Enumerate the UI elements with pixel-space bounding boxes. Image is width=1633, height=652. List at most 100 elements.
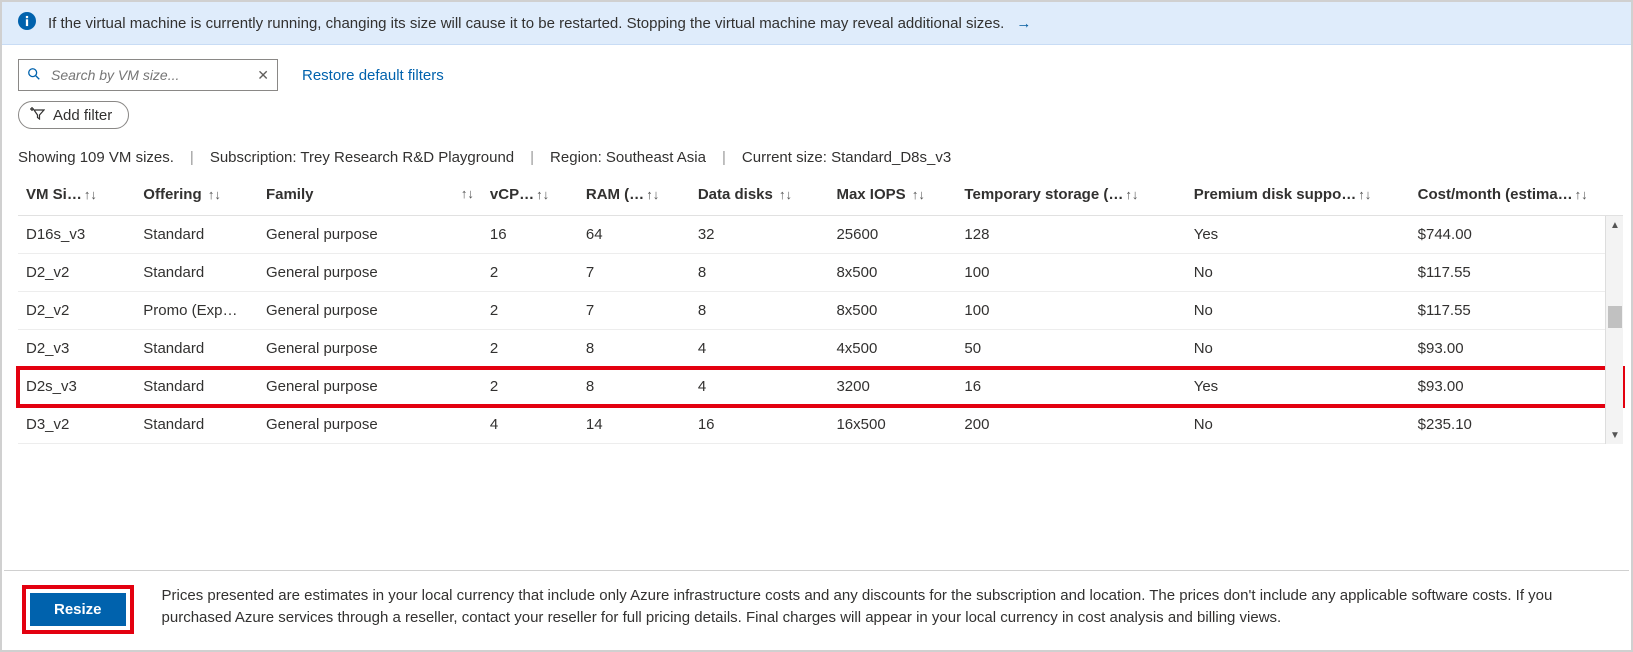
cell-family: General purpose: [258, 292, 482, 330]
col-cost[interactable]: Cost/month (estima…↑↓: [1410, 176, 1623, 216]
cell-ram: 8: [578, 330, 690, 368]
cell-vcpus: 2: [482, 254, 578, 292]
cell-cost: $93.00: [1410, 330, 1623, 368]
cell-cost: $744.00: [1410, 216, 1623, 254]
cell-data-disks: 8: [690, 292, 829, 330]
toolbar: ✕ Restore default filters: [2, 45, 1631, 95]
search-input[interactable]: [49, 66, 249, 84]
col-temp-storage[interactable]: Temporary storage (…↑↓: [956, 176, 1185, 216]
cell-cost: $235.10: [1410, 406, 1623, 444]
table-row[interactable]: D2_v3StandardGeneral purpose2844x50050No…: [18, 330, 1623, 368]
cell-family: General purpose: [258, 216, 482, 254]
info-icon: [18, 12, 36, 34]
cell-temp-storage: 100: [956, 292, 1185, 330]
scroll-up-icon[interactable]: ▲: [1606, 216, 1624, 234]
cell-family: General purpose: [258, 406, 482, 444]
cell-ram: 7: [578, 292, 690, 330]
col-vm-size[interactable]: VM Si…↑↓: [18, 176, 135, 216]
cell-ram: 64: [578, 216, 690, 254]
region-label: Region: Southeast Asia: [550, 149, 706, 166]
cell-vm-size: D2_v3: [18, 330, 135, 368]
cell-ram: 8: [578, 368, 690, 406]
filter-row: Add filter: [2, 95, 1631, 135]
search-box[interactable]: ✕: [18, 59, 278, 91]
col-ram[interactable]: RAM (…↑↓: [578, 176, 690, 216]
cell-data-disks: 4: [690, 330, 829, 368]
cell-temp-storage: 50: [956, 330, 1185, 368]
cell-max-iops: 8x500: [828, 292, 956, 330]
cell-vcpus: 2: [482, 330, 578, 368]
cell-vm-size: D2s_v3: [18, 368, 135, 406]
cell-offering: Promo (Exp…: [135, 292, 258, 330]
cell-vcpus: 2: [482, 368, 578, 406]
vertical-scrollbar[interactable]: ▲ ▼: [1605, 216, 1623, 444]
vm-size-page: If the virtual machine is currently runn…: [0, 0, 1633, 652]
table-row[interactable]: D2_v2StandardGeneral purpose2788x500100N…: [18, 254, 1623, 292]
scroll-down-icon[interactable]: ▼: [1606, 426, 1624, 444]
cell-premium: No: [1186, 292, 1410, 330]
cell-family: General purpose: [258, 254, 482, 292]
subscription-label: Subscription: Trey Research R&D Playgrou…: [210, 149, 514, 166]
cell-max-iops: 3200: [828, 368, 956, 406]
add-filter-button[interactable]: Add filter: [18, 101, 129, 129]
cell-cost: $93.00: [1410, 368, 1623, 406]
col-vcpus[interactable]: vCP…↑↓: [482, 176, 578, 216]
cell-premium: No: [1186, 406, 1410, 444]
cell-vm-size: D2_v2: [18, 292, 135, 330]
cell-max-iops: 4x500: [828, 330, 956, 368]
cell-premium: Yes: [1186, 368, 1410, 406]
pricing-disclaimer: Prices presented are estimates in your l…: [162, 585, 1609, 629]
resize-highlight: Resize: [22, 585, 134, 634]
cell-temp-storage: 128: [956, 216, 1185, 254]
cell-offering: Standard: [135, 406, 258, 444]
cell-data-disks: 4: [690, 368, 829, 406]
col-data-disks[interactable]: Data disks ↑↓: [690, 176, 829, 216]
cell-ram: 14: [578, 406, 690, 444]
table-row[interactable]: D16s_v3StandardGeneral purpose1664322560…: [18, 216, 1623, 254]
cell-data-disks: 8: [690, 254, 829, 292]
vm-size-grid: VM Si…↑↓ Offering ↑↓ Family↑↓ vCP…↑↓ RAM…: [18, 176, 1623, 444]
cell-premium: No: [1186, 330, 1410, 368]
cell-premium: Yes: [1186, 216, 1410, 254]
cell-offering: Standard: [135, 216, 258, 254]
cell-offering: Standard: [135, 330, 258, 368]
result-count: Showing 109 VM sizes.: [18, 149, 174, 166]
cell-temp-storage: 16: [956, 368, 1185, 406]
cell-max-iops: 25600: [828, 216, 956, 254]
cell-vm-size: D3_v2: [18, 406, 135, 444]
col-offering[interactable]: Offering ↑↓: [135, 176, 258, 216]
restore-filters-link[interactable]: Restore default filters: [302, 67, 444, 84]
cell-premium: No: [1186, 254, 1410, 292]
cell-temp-storage: 200: [956, 406, 1185, 444]
header-row: VM Si…↑↓ Offering ↑↓ Family↑↓ vCP…↑↓ RAM…: [18, 176, 1623, 216]
table-row[interactable]: D3_v2StandardGeneral purpose4141616x5002…: [18, 406, 1623, 444]
cell-vm-size: D2_v2: [18, 254, 135, 292]
cell-offering: Standard: [135, 254, 258, 292]
table-row[interactable]: D2_v2Promo (Exp…General purpose2788x5001…: [18, 292, 1623, 330]
add-filter-icon: [29, 106, 45, 124]
cell-family: General purpose: [258, 368, 482, 406]
cell-cost: $117.55: [1410, 292, 1623, 330]
cell-max-iops: 16x500: [828, 406, 956, 444]
cell-family: General purpose: [258, 330, 482, 368]
col-max-iops[interactable]: Max IOPS ↑↓: [828, 176, 956, 216]
info-banner: If the virtual machine is currently runn…: [2, 2, 1631, 45]
cell-cost: $117.55: [1410, 254, 1623, 292]
cell-ram: 7: [578, 254, 690, 292]
cell-vm-size: D16s_v3: [18, 216, 135, 254]
col-family[interactable]: Family↑↓: [258, 176, 482, 216]
cell-vcpus: 16: [482, 216, 578, 254]
cell-max-iops: 8x500: [828, 254, 956, 292]
cell-vcpus: 4: [482, 406, 578, 444]
resize-button[interactable]: Resize: [30, 593, 126, 626]
footer: Resize Prices presented are estimates in…: [4, 570, 1629, 648]
info-arrow-link[interactable]: →: [1016, 15, 1031, 32]
scroll-thumb[interactable]: [1608, 306, 1622, 328]
current-size-label: Current size: Standard_D8s_v3: [742, 149, 951, 166]
clear-search-icon[interactable]: ✕: [257, 67, 269, 84]
table-row[interactable]: D2s_v3StandardGeneral purpose284320016Ye…: [18, 368, 1623, 406]
cell-offering: Standard: [135, 368, 258, 406]
add-filter-label: Add filter: [53, 107, 112, 124]
col-premium[interactable]: Premium disk suppo…↑↓: [1186, 176, 1410, 216]
cell-data-disks: 32: [690, 216, 829, 254]
